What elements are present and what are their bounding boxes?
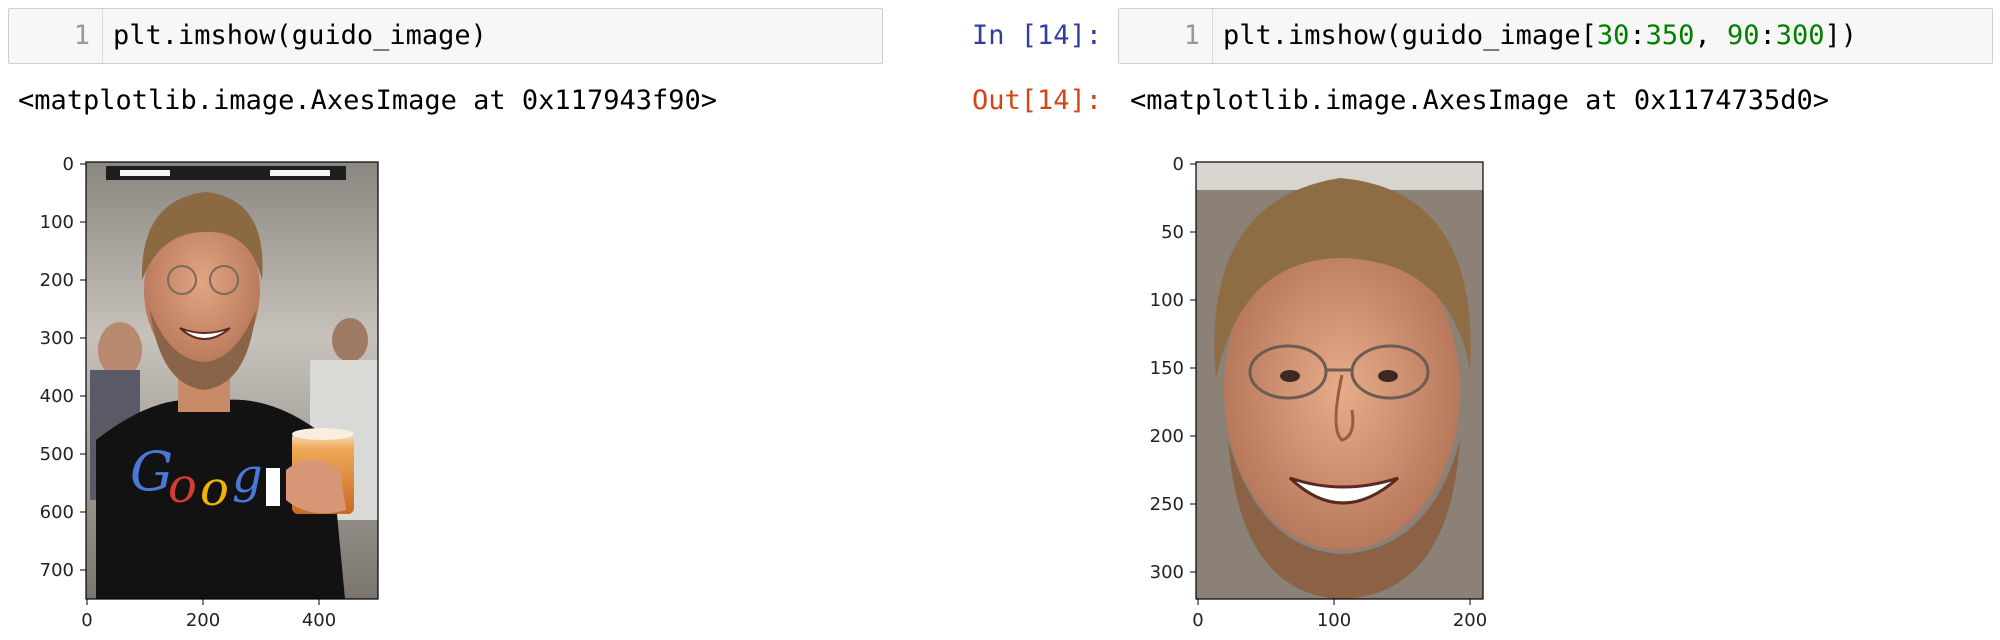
x-axis-ticks bbox=[86, 599, 320, 605]
y-tick-label: 100 bbox=[1150, 290, 1184, 311]
y-tick-label: 0 bbox=[63, 154, 74, 175]
y-tick-label: 300 bbox=[1150, 562, 1184, 583]
y-tick-label: 250 bbox=[1150, 494, 1184, 515]
number-literal: 350 bbox=[1645, 20, 1695, 51]
x-tick-label: 200 bbox=[186, 610, 220, 631]
cell-output-text: <matplotlib.image.AxesImage at 0x1174735… bbox=[1130, 85, 1829, 116]
guido-face-crop bbox=[1196, 162, 1483, 599]
code-token: : bbox=[1759, 20, 1776, 51]
y-tick-label: 50 bbox=[1161, 222, 1184, 243]
svg-text:o: o bbox=[168, 458, 197, 514]
y-axis-ticks bbox=[1190, 163, 1196, 573]
y-tick-label: 150 bbox=[1150, 358, 1184, 379]
number-literal: 30 bbox=[1596, 20, 1630, 51]
code-token: ]) bbox=[1824, 20, 1858, 51]
output-plot-right: 0 50 100 150 200 250 300 0 100 200 bbox=[1150, 154, 1488, 631]
y-tick-label: 200 bbox=[1150, 426, 1184, 447]
svg-text:g: g bbox=[232, 448, 263, 504]
line-number: 1 bbox=[9, 9, 103, 63]
y-tick-label: 500 bbox=[40, 444, 74, 465]
cell-output-text: <matplotlib.image.AxesImage at 0x117943f… bbox=[18, 85, 717, 116]
code-editor-text[interactable]: plt.imshow(guido_image[30:350, 90:300]) bbox=[1223, 9, 1857, 63]
y-tick-label: 300 bbox=[40, 328, 74, 349]
x-tick-label: 0 bbox=[1192, 610, 1203, 631]
code-editor-text[interactable]: plt.imshow(guido_image) bbox=[113, 9, 487, 63]
output-plot-left: G o o g 0 100 200 300 400 500 600 700 0 … bbox=[40, 154, 379, 631]
input-prompt: In [14]: bbox=[972, 20, 1103, 51]
x-axis-ticks bbox=[1197, 599, 1471, 605]
y-tick-label: 200 bbox=[40, 270, 74, 291]
x-tick-label: 100 bbox=[1317, 610, 1351, 631]
y-tick-label: 0 bbox=[1173, 154, 1184, 175]
line-number: 1 bbox=[1119, 9, 1213, 63]
number-literal: 300 bbox=[1775, 20, 1825, 51]
code-cell-left[interactable]: 1 plt.imshow(guido_image) bbox=[8, 8, 883, 64]
code-token: : bbox=[1629, 20, 1646, 51]
code-token: , bbox=[1694, 20, 1727, 51]
y-axis-ticks bbox=[80, 163, 86, 571]
y-tick-label: 700 bbox=[40, 560, 74, 581]
x-tick-label: 0 bbox=[81, 610, 92, 631]
y-tick-label: 400 bbox=[40, 386, 74, 407]
guido-full-photo: G o o g bbox=[86, 162, 378, 599]
y-tick-label: 100 bbox=[40, 212, 74, 233]
code-cell-right[interactable]: 1 plt.imshow(guido_image[30:350, 90:300]… bbox=[1118, 8, 1993, 64]
x-tick-label: 200 bbox=[1453, 610, 1487, 631]
x-tick-label: 400 bbox=[302, 610, 336, 631]
y-tick-label: 600 bbox=[40, 502, 74, 523]
number-literal: 90 bbox=[1726, 20, 1760, 51]
svg-text:G: G bbox=[130, 440, 173, 503]
svg-text:o: o bbox=[200, 461, 229, 517]
code-token: plt.imshow(guido_image[ bbox=[1223, 20, 1597, 51]
output-prompt: Out[14]: bbox=[972, 85, 1103, 116]
